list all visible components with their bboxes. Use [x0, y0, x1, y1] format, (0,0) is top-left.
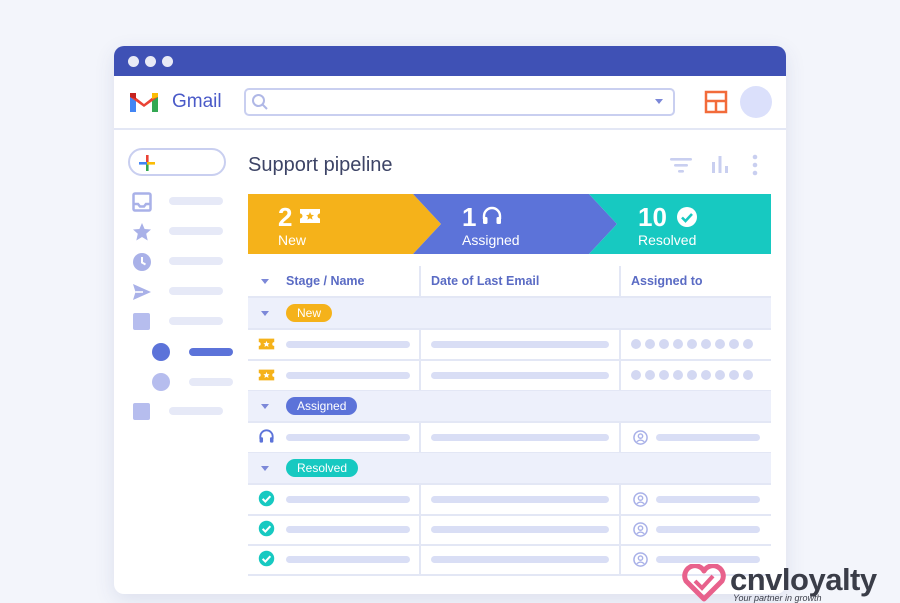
date-placeholder [431, 341, 609, 348]
app-window: Gmail Support pipeline 2 New 1 Assigned … [114, 46, 786, 594]
sidebar-item-label[interactable] [169, 197, 223, 205]
name-placeholder [286, 372, 410, 379]
inbox-icon[interactable] [132, 192, 152, 212]
ticket-icon [300, 209, 320, 223]
layout-toggle-icon[interactable] [704, 90, 728, 114]
user-icon [633, 430, 648, 445]
star-icon[interactable] [132, 222, 152, 242]
assignee-placeholder [656, 434, 760, 441]
status-badge-new: New [286, 304, 333, 322]
sidebar-item-label[interactable] [169, 287, 223, 295]
unassigned-dots [631, 370, 753, 380]
table-row[interactable] [248, 329, 771, 361]
table-row[interactable] [248, 422, 771, 454]
date-placeholder [431, 372, 609, 379]
headset-icon [259, 429, 274, 443]
sidebar-item-label[interactable] [169, 407, 223, 415]
check-circle-icon [258, 520, 275, 537]
table-row[interactable] [248, 360, 771, 392]
app-name: Gmail [172, 91, 222, 112]
group-row-assigned[interactable]: Assigned [248, 391, 771, 423]
send-icon[interactable] [132, 282, 152, 302]
search-options-icon[interactable] [655, 99, 663, 104]
sublabel-dot-icon[interactable] [152, 343, 170, 361]
sidebar-subitem-label[interactable] [189, 378, 233, 386]
assignee-placeholder [656, 526, 760, 533]
date-placeholder [431, 434, 609, 441]
assignee-placeholder [656, 496, 760, 503]
group-row-new[interactable]: New [248, 298, 771, 330]
stage-count-assigned: 1 [462, 202, 477, 232]
more-options-icon[interactable] [750, 154, 760, 176]
name-placeholder [286, 556, 410, 563]
column-header-assigned-to[interactable]: Assigned to [631, 274, 703, 288]
name-placeholder [286, 526, 410, 533]
sidebar-item-label[interactable] [169, 227, 223, 235]
unassigned-dots [631, 339, 753, 349]
collapse-all-icon[interactable] [261, 279, 269, 284]
name-placeholder [286, 341, 410, 348]
table-row[interactable] [248, 514, 771, 546]
user-icon [633, 492, 648, 507]
user-icon [633, 552, 648, 567]
page-title: Support pipeline [248, 154, 393, 176]
sublabel-dot-icon[interactable] [152, 373, 170, 391]
search-icon [252, 94, 268, 110]
brand-watermark: cnvloyalty Your partner in growth [678, 560, 900, 603]
status-badge-resolved: Resolved [286, 459, 359, 477]
avatar[interactable] [740, 86, 772, 118]
brand-tagline: Your partner in growth [733, 593, 822, 603]
window-titlebar [114, 46, 786, 76]
name-placeholder [286, 434, 410, 441]
sidebar-item-label[interactable] [169, 257, 223, 265]
stage-new-chevron[interactable] [248, 194, 441, 254]
ticket-icon [258, 369, 275, 381]
label-square-icon[interactable] [133, 313, 150, 330]
stage-label-assigned: Assigned [462, 232, 520, 248]
pipeline-banner: 2 New 1 Assigned 10 Resolved [248, 194, 771, 254]
plus-icon [139, 155, 155, 171]
stage-count-new: 2 [278, 202, 293, 232]
collapse-group-icon[interactable] [261, 404, 269, 409]
table-row[interactable] [248, 484, 771, 516]
filter-icon[interactable] [668, 156, 694, 174]
user-icon [633, 522, 648, 537]
collapse-group-icon[interactable] [261, 466, 269, 471]
date-placeholder [431, 526, 609, 533]
column-header-date[interactable]: Date of Last Email [431, 274, 539, 288]
heart-logo-icon [682, 564, 726, 602]
column-header-stage-name[interactable]: Stage / Name [286, 274, 365, 288]
stage-label-new: New [278, 232, 307, 248]
group-row-resolved[interactable]: Resolved [248, 453, 771, 485]
check-circle-icon [258, 490, 275, 507]
compose-button[interactable] [128, 148, 226, 176]
sidebar-item-label[interactable] [169, 317, 223, 325]
stage-label-resolved: Resolved [638, 232, 697, 248]
check-circle-icon [677, 207, 697, 227]
date-placeholder [431, 556, 609, 563]
window-dot[interactable] [128, 55, 139, 67]
name-placeholder [286, 496, 410, 503]
date-placeholder [431, 496, 609, 503]
window-dot[interactable] [145, 55, 156, 67]
table-header: Stage / Name Date of Last Email Assigned… [248, 266, 771, 298]
collapse-group-icon[interactable] [261, 311, 269, 316]
ticket-icon [258, 338, 275, 350]
status-badge-assigned: Assigned [286, 397, 358, 415]
sidebar-subitem-label[interactable] [189, 348, 233, 356]
gmail-logo-icon[interactable] [128, 90, 160, 114]
clock-icon[interactable] [132, 252, 152, 272]
search-input[interactable] [244, 88, 675, 116]
top-bar: Gmail [114, 76, 786, 130]
headset-icon [482, 206, 502, 224]
stage-count-resolved: 10 [638, 202, 667, 232]
window-dot[interactable] [162, 55, 173, 67]
chart-icon[interactable] [710, 154, 730, 174]
label-square-icon[interactable] [133, 403, 150, 420]
check-circle-icon [258, 550, 275, 567]
